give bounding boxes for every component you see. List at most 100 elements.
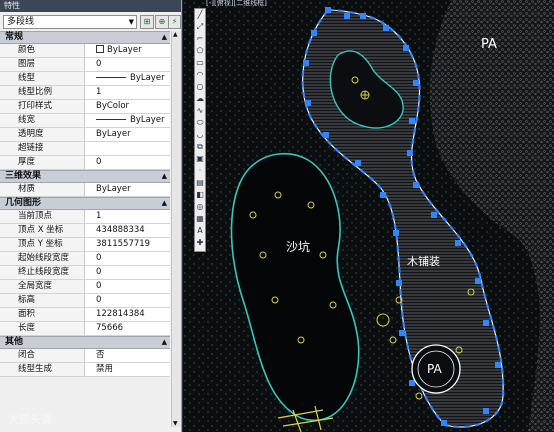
line-tool-icon[interactable]: ╱ <box>195 9 205 21</box>
panel-title: 特性 <box>0 0 181 12</box>
property-label: 超链接 <box>0 142 85 155</box>
viewport-label[interactable]: [-][俯视][二维线框] <box>206 0 267 7</box>
object-type-value: 多段线 <box>7 17 35 27</box>
property-value[interactable]: 0 <box>96 280 170 293</box>
scroll-up-icon[interactable]: ▲ <box>173 31 178 38</box>
property-value-text: ByLayer <box>96 129 131 139</box>
property-value[interactable]: ByLayer <box>96 128 170 141</box>
property-value[interactable]: ByLayer <box>96 114 170 127</box>
property-row[interactable]: 全局宽度 0 <box>0 280 170 294</box>
polyline-tool-icon[interactable]: ⌐ <box>195 33 205 45</box>
property-row[interactable]: 颜色 ByLayer <box>0 44 170 58</box>
ellipse-tool-icon[interactable]: ⬭ <box>195 117 205 129</box>
property-value[interactable]: 434888334 <box>96 224 170 237</box>
polygon-tool-icon[interactable]: ⬠ <box>195 45 205 57</box>
property-label: 线型 <box>0 72 85 85</box>
property-row[interactable]: 超链接 <box>0 142 170 156</box>
text-tool-icon[interactable]: A <box>195 225 205 237</box>
pa-label-top: PA <box>481 37 497 52</box>
property-value[interactable]: 0 <box>96 252 170 265</box>
property-value-text: ByLayer <box>130 73 165 83</box>
collapse-icon[interactable]: ▲ <box>162 32 167 43</box>
add-selected-icon[interactable]: ✚ <box>195 237 205 249</box>
section-misc[interactable]: 其他 ▲ <box>0 336 170 349</box>
construction-line-icon[interactable]: ⤢ <box>195 21 205 33</box>
collapse-icon[interactable]: ▲ <box>162 171 167 182</box>
scroll-down-icon[interactable]: ▼ <box>173 420 178 427</box>
toggle-pickadd-icon[interactable]: ⊞ <box>140 15 154 29</box>
property-row[interactable]: 图层 0 <box>0 58 170 72</box>
property-row[interactable]: 线型 ByLayer <box>0 72 170 86</box>
gradient-tool-icon[interactable]: ◧ <box>195 189 205 201</box>
point-tool-icon[interactable]: · <box>195 165 205 177</box>
property-value[interactable]: 禁用 <box>96 363 170 376</box>
section-3d[interactable]: 三维效果 ▲ <box>0 170 170 183</box>
panel-scrollbar[interactable]: ▲ ▼ <box>171 31 181 427</box>
property-row[interactable]: 顶点 X 坐标 434888334 <box>0 224 170 238</box>
property-row[interactable]: 标高 0 <box>0 294 170 308</box>
collapse-icon[interactable]: ▲ <box>162 198 167 209</box>
property-value[interactable]: 1 <box>96 210 170 223</box>
property-value[interactable]: ByLayer <box>96 72 170 85</box>
property-value-text: 434888334 <box>96 225 145 235</box>
property-value[interactable]: 0 <box>96 58 170 71</box>
property-value-text: 1 <box>96 87 102 97</box>
property-row[interactable]: 面积 122814384 <box>0 308 170 322</box>
spline-tool-icon[interactable]: ∿ <box>195 105 205 117</box>
property-label: 打印样式 <box>0 100 85 113</box>
property-row[interactable]: 长度 75666 <box>0 322 170 336</box>
property-row[interactable]: 材质 ByLayer <box>0 183 170 197</box>
arc-tool-icon[interactable]: ◠ <box>195 69 205 81</box>
property-value[interactable]: 0 <box>96 156 170 169</box>
property-value[interactable]: ByColor <box>96 100 170 113</box>
linetype-sample-icon <box>96 119 126 120</box>
property-row[interactable]: 起始线段宽度 0 <box>0 252 170 266</box>
property-value[interactable] <box>96 142 170 155</box>
select-objects-icon[interactable]: ⊕ <box>155 15 169 29</box>
property-row[interactable]: 顶点 Y 坐标 3811557719 <box>0 238 170 252</box>
property-value[interactable]: 3811557719 <box>96 238 170 251</box>
property-row[interactable]: 打印样式 ByColor <box>0 100 170 114</box>
property-row[interactable]: 透明度 ByLayer <box>0 128 170 142</box>
property-value[interactable]: ByLayer <box>96 183 170 196</box>
property-value[interactable]: ByLayer <box>96 44 170 57</box>
object-type-dropdown[interactable]: 多段线 ▼ <box>3 15 137 29</box>
table-tool-icon[interactable]: ▦ <box>195 213 205 225</box>
drawing-canvas[interactable]: PA PA 沙坑 木铺装 <box>183 0 554 432</box>
section-title: 三维效果 <box>5 171 42 181</box>
property-value-text: 75666 <box>96 323 124 333</box>
property-row[interactable]: 厚度 0 <box>0 156 170 170</box>
property-row[interactable]: 当前顶点 1 <box>0 210 170 224</box>
ellipse-arc-tool-icon[interactable]: ◡ <box>195 129 205 141</box>
property-value[interactable]: 0 <box>96 294 170 307</box>
property-row[interactable]: 线型生成 禁用 <box>0 363 170 377</box>
property-value[interactable]: 否 <box>96 349 170 362</box>
property-value[interactable]: 0 <box>96 266 170 279</box>
property-label: 厚度 <box>0 156 85 169</box>
insert-block-icon[interactable]: ⧉ <box>195 141 205 153</box>
property-value[interactable]: 1 <box>96 86 170 99</box>
section-general[interactable]: 常规 ▲ <box>0 31 170 44</box>
property-value[interactable]: 75666 <box>96 322 170 335</box>
quick-select-icon[interactable]: ⚡ <box>168 15 181 29</box>
property-label: 顶点 Y 坐标 <box>0 238 85 251</box>
circle-tool-icon[interactable]: ○ <box>195 81 205 93</box>
collapse-icon[interactable]: ▲ <box>162 337 167 348</box>
section-title: 其他 <box>5 337 24 347</box>
revcloud-tool-icon[interactable]: ☁ <box>195 93 205 105</box>
property-row[interactable]: 线型比例 1 <box>0 86 170 100</box>
property-value-text: 0 <box>96 157 102 167</box>
property-label: 终止线段宽度 <box>0 266 85 279</box>
property-row[interactable]: 闭合 否 <box>0 349 170 363</box>
property-row[interactable]: 终止线段宽度 0 <box>0 266 170 280</box>
rectangle-tool-icon[interactable]: ▭ <box>195 57 205 69</box>
property-value-text: ByLayer <box>96 184 131 194</box>
make-block-icon[interactable]: ▣ <box>195 153 205 165</box>
hatch-tool-icon[interactable]: ▤ <box>195 177 205 189</box>
property-value-text: 1 <box>96 211 102 221</box>
pa-label-circle: PA <box>427 362 442 376</box>
property-row[interactable]: 线宽 ByLayer <box>0 114 170 128</box>
property-value[interactable]: 122814384 <box>96 308 170 321</box>
region-tool-icon[interactable]: ◎ <box>195 201 205 213</box>
section-geometry[interactable]: 几何图形 ▲ <box>0 197 170 210</box>
